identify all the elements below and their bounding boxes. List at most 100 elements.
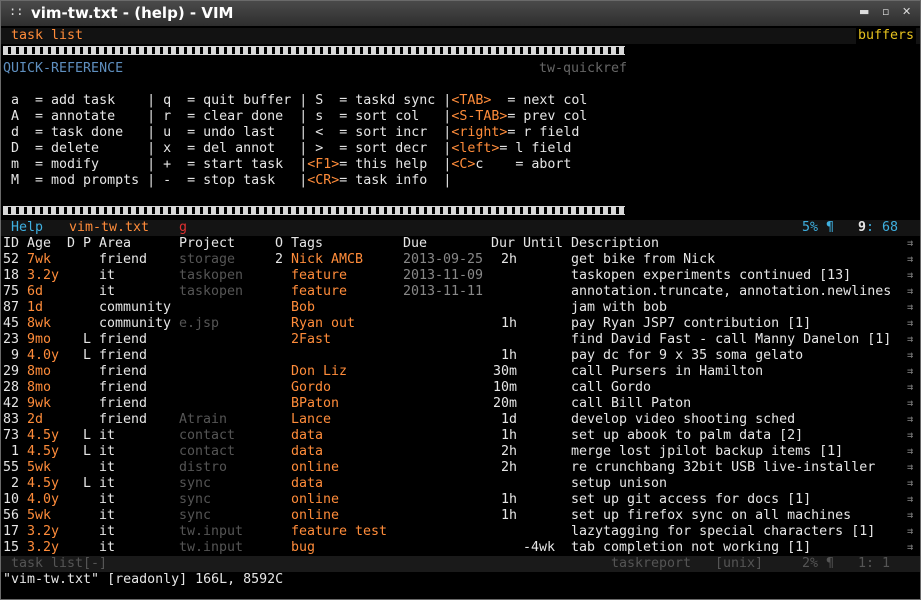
table-row[interactable]: 83 2d friend Atrain Lance 1d develop video sho… — [3, 412, 908, 428]
cell-tags: Don Liz — [291, 364, 348, 379]
cell-desc: set up firefox sync on all machines — [571, 508, 852, 523]
quickref-text: = r field — [507, 125, 580, 140]
cell-id: 75 — [3, 284, 20, 299]
table-row[interactable]: 52 7wk friend storage 2 Nick AMCB 2013-09-25 2h… — [3, 252, 908, 268]
cell-area: community — [99, 300, 172, 315]
status-task-position: 1: 1 — [858, 556, 891, 571]
cell-area: it — [99, 428, 116, 443]
table-row[interactable]: 75 6d it taskopen feature 2013-11-11 annotatio… — [3, 284, 908, 300]
tab-buffers-label[interactable]: buffers — [855, 28, 916, 44]
cell-area: it — [99, 268, 116, 283]
help-statusline: Help vim-tw.txt g 5% ¶ 9: 68 — [1, 220, 920, 236]
cell-tags: Ryan out — [291, 316, 356, 331]
cell-tags: feature — [291, 268, 348, 283]
header-p[interactable]: P — [83, 236, 91, 252]
quickref-text: d = task done | u = undo last | < = sort… — [3, 125, 452, 140]
row-more-icon: ⇉ — [907, 398, 914, 409]
table-row[interactable]: 55 5wk it distro online 2h re crunchbang 32bit… — [3, 460, 908, 476]
cell-tags: data — [291, 444, 324, 459]
cell-tags: BPaton — [291, 396, 340, 411]
table-row[interactable]: 10 4.0y it sync online 1h set up git access fo… — [3, 492, 908, 508]
cell-desc: annotation.truncate, annotation.newlines — [571, 284, 892, 299]
table-row[interactable]: 56 5wk it sync online 1h set up firefox sync o… — [3, 508, 908, 524]
cell-desc: tab completion not working [1] — [571, 540, 812, 555]
quickref-line: m = modify | + = start task |<F1>= this … — [3, 157, 571, 173]
maximize-icon[interactable]: ▫ — [882, 5, 889, 18]
table-row[interactable]: 18 3.2y it taskopen feature 2013-11-09 taskope… — [3, 268, 908, 284]
row-more-icon: ⇉ — [907, 462, 914, 473]
table-row[interactable]: 42 9wk friend BPaton 20m call Bill Paton — [3, 396, 908, 412]
header-age[interactable]: Age — [27, 236, 51, 252]
quickref-key: <right> — [451, 125, 508, 140]
cell-desc: develop video shooting sched — [571, 412, 796, 427]
cell-desc: call Bill Paton — [571, 396, 692, 411]
header-until[interactable]: Until — [523, 236, 563, 252]
quickref-text: D = delete | x = del annot | > = sort de… — [3, 141, 452, 156]
title-bar[interactable]: :: vim-tw.txt - (help) - VIM ▬ ▫ ✕ — [1, 1, 920, 26]
table-row[interactable]: 9 4.0y Lfriend 1h pay dc for 9 x 35 soma gel… — [3, 348, 908, 364]
cell-tags: feature — [291, 284, 348, 299]
vim-window: :: vim-tw.txt - (help) - VIM ▬ ▫ ✕ task … — [0, 0, 921, 600]
header-tags[interactable]: Tags — [291, 236, 323, 252]
table-row[interactable]: 15 3.2y it tw.input bug -4wk tab completion no… — [3, 540, 908, 556]
window-menu-icon[interactable]: :: — [9, 4, 23, 18]
row-more-icon: ⇉ — [907, 302, 914, 313]
header-dur[interactable]: Dur — [491, 236, 515, 252]
tab-task-list[interactable]: task list — [11, 28, 83, 44]
cell-area: it — [99, 460, 116, 475]
header-area[interactable]: Area — [99, 236, 131, 252]
status-help-label: Help — [11, 220, 44, 235]
header-project[interactable]: Project — [179, 236, 235, 252]
cell-id: 55 — [3, 460, 20, 475]
table-row[interactable]: 73 4.5y Lit contact data 1h set up abook to pa… — [3, 428, 908, 444]
row-more-icon: ⇉ — [907, 334, 914, 345]
header-o[interactable]: O — [275, 236, 283, 252]
quickref-text: = task info | — [339, 173, 452, 188]
quickref-line: D = delete | x = del annot | > = sort de… — [3, 141, 571, 157]
header-description[interactable]: Description — [571, 236, 659, 252]
quickref-tag: tw-quickref — [539, 61, 628, 76]
row-more-icon: ⇉ — [907, 318, 914, 329]
cell-dur: 2h — [500, 444, 517, 459]
cell-p: L — [83, 444, 92, 459]
row-more-icon: ⇉ — [907, 270, 914, 281]
close-icon[interactable]: ✕ — [902, 5, 911, 18]
cell-project: sync — [179, 476, 212, 491]
table-row[interactable]: 2 4.5y Lit sync data setup unison — [3, 476, 908, 492]
table-row[interactable]: 87 1d community Bob jam with bob — [3, 300, 908, 316]
quickref-line: d = task done | u = undo last | < = sort… — [3, 125, 579, 141]
row-more-icon: ⇉ — [907, 414, 914, 425]
quickref-text: = prev col — [507, 109, 588, 124]
cell-desc: jam with bob — [571, 300, 668, 315]
cell-p: L — [83, 332, 92, 347]
cell-id: 2 — [3, 476, 20, 491]
header-d[interactable]: D — [67, 236, 75, 252]
cell-p: L — [83, 428, 92, 443]
header-id[interactable]: ID — [3, 236, 19, 252]
cell-project: tw.input — [179, 524, 244, 539]
cell-area: friend — [99, 380, 148, 395]
cell-due: 2013-11-09 — [403, 268, 484, 283]
table-row[interactable]: 28 8mo friend Gordo 10m call Gordo — [3, 380, 908, 396]
cell-area: friend — [99, 412, 148, 427]
cell-dur: 1h — [500, 508, 517, 523]
cell-dur: 1h — [500, 348, 517, 363]
row-more-icon: ⇉ — [907, 430, 914, 441]
table-row[interactable]: 17 3.2y it tw.input feature test lazytagging … — [3, 524, 908, 540]
table-row[interactable]: 23 9mo Lfriend 2Fast find David Fast - call … — [3, 332, 908, 348]
table-row[interactable]: 1 4.5y Lit contact data 2h merge lost jpilot b… — [3, 444, 908, 460]
minimize-icon[interactable]: ▬ — [859, 5, 869, 18]
cell-area: friend — [99, 348, 148, 363]
cell-age: 4.0y — [27, 492, 60, 507]
task-statusline: task list[-] taskreport [unix] 2% ¶ 1: 1 — [1, 556, 920, 572]
cell-p: L — [83, 348, 92, 363]
table-row[interactable]: 45 8wk community e.jsp Ryan out 1h pay Ryan JS… — [3, 316, 908, 332]
command-line[interactable]: "vim-tw.txt" [readonly] 166L, 8592C — [3, 572, 283, 588]
header-due[interactable]: Due — [403, 236, 427, 252]
row-more-icon: ⇉ — [907, 478, 914, 489]
table-row[interactable]: 29 8mo friend Don Liz 30m call Pursers in Ham… — [3, 364, 908, 380]
cell-dur: 1d — [500, 412, 517, 427]
status-modified-flag: g — [179, 220, 188, 235]
row-more-icon: ⇉ — [907, 526, 914, 537]
quickref-text: = l field — [499, 141, 572, 156]
